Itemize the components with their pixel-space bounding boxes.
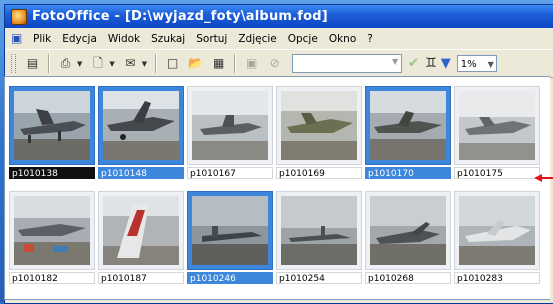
app-icon — [11, 8, 27, 25]
aircraft-photo — [103, 91, 179, 160]
thumbnail-frame — [98, 86, 184, 165]
thumbnail-frame — [9, 86, 95, 165]
send-dropdown-icon[interactable]: ▼ — [142, 60, 147, 68]
chevron-down-icon[interactable]: ▼ — [488, 56, 494, 73]
thumbnail-frame — [9, 191, 95, 270]
print-icon[interactable]: ⎙ — [56, 54, 75, 73]
annotation-arrow-icon — [534, 174, 553, 182]
thumbnail-frame — [187, 86, 273, 165]
thumbnail-frame — [187, 191, 273, 270]
document-menu-icon[interactable]: ▣ — [11, 32, 25, 45]
thumbnail-view[interactable]: p1010138 p1010148 p1010167 p1010169 p101… — [4, 76, 550, 300]
thumbnail[interactable]: p1010283 — [454, 191, 540, 284]
aircraft-photo — [281, 196, 357, 265]
preview-dropdown-icon[interactable]: ▼ — [109, 60, 114, 68]
toolbar-combo[interactable]: ▼ — [292, 54, 403, 73]
send-icon[interactable]: ✉ — [121, 54, 140, 73]
toolbar: ▤ ⎙ ▼ 🗋 ▼ ✉ ▼ □ 📂 ▦ ▣ ⊘ ▼ ✔ ♊ ▼ 1% ▼ — [5, 49, 553, 78]
save-icon[interactable]: ▦ — [209, 54, 228, 73]
thumbnail-caption: p1010175 — [454, 167, 540, 179]
thumbnail[interactable]: p1010167 — [187, 86, 273, 179]
window-title: FotoOffice - [D:\wyjazd_foty\album.fod] — [32, 9, 328, 24]
thumbnail[interactable]: p1010148 — [98, 86, 184, 179]
aircraft-photo — [14, 196, 90, 265]
chevron-down-icon[interactable]: ▼ — [392, 57, 398, 66]
thumbnail[interactable]: p1010169 — [276, 86, 362, 179]
menu-sort[interactable]: Sortuj — [196, 33, 227, 45]
thumbnail-caption: p1010170 — [365, 167, 451, 179]
thumbnail[interactable]: p1010246 — [187, 191, 273, 284]
thumbnail-caption: p1010283 — [454, 272, 540, 284]
zoom-select[interactable]: 1% ▼ — [456, 55, 497, 73]
disk-icon[interactable]: ▣ — [242, 54, 261, 73]
menu-help[interactable]: ? — [367, 33, 373, 45]
aircraft-photo — [14, 91, 90, 160]
toolbar-grip[interactable] — [11, 54, 16, 73]
new-icon[interactable]: □ — [163, 54, 182, 73]
aircraft-photo — [459, 91, 535, 160]
aircraft-photo — [103, 196, 179, 265]
thumbnail[interactable]: p1010268 — [365, 191, 451, 284]
thumbnail[interactable]: p1010254 — [276, 191, 362, 284]
thumbnail[interactable]: p1010175 — [454, 86, 540, 179]
thumbnail-frame — [276, 86, 362, 165]
aircraft-photo — [281, 91, 357, 160]
thumbnail[interactable]: p1010138 — [9, 86, 95, 179]
toolbar-separator — [48, 54, 50, 73]
thumbnail-frame — [454, 86, 540, 165]
aircraft-photo — [370, 196, 446, 265]
menu-bar: ▣ Plik Edycja Widok Szukaj Sortuj Zdjęci… — [5, 28, 553, 49]
menu-photo[interactable]: Zdjęcie — [238, 33, 276, 45]
menu-file[interactable]: Plik — [33, 33, 51, 45]
thumbnail[interactable]: p1010170 — [365, 86, 451, 179]
thumbnail-frame — [454, 191, 540, 270]
filter-icon[interactable]: ▼ — [441, 56, 451, 71]
menu-window[interactable]: Okno — [329, 33, 356, 45]
thumbnail-caption: p1010138 — [9, 167, 95, 179]
zoom-value: 1% — [460, 59, 477, 70]
thumbnail[interactable]: p1010182 — [9, 191, 95, 284]
toolbar-separator — [155, 54, 158, 73]
thumbnail-caption: p1010246 — [187, 272, 273, 284]
thumbnail-caption: p1010254 — [276, 272, 362, 284]
thumbnail-caption: p1010167 — [187, 167, 273, 179]
thumbnail-frame — [365, 191, 451, 270]
thumbnail-caption: p1010268 — [365, 272, 451, 284]
thumbnail-frame — [98, 191, 184, 270]
thumbnail-caption: p1010169 — [276, 167, 362, 179]
thumbnail-frame — [276, 191, 362, 270]
thumbnail-caption: p1010187 — [98, 272, 184, 284]
album-icon[interactable]: ▤ — [23, 54, 42, 73]
title-bar[interactable]: FotoOffice - [D:\wyjazd_foty\album.fod] — [5, 5, 553, 28]
find-icon[interactable]: ♊ — [425, 56, 437, 71]
aircraft-photo — [370, 91, 446, 160]
thumbnail-caption: p1010148 — [98, 167, 184, 179]
thumbnail-caption: p1010182 — [9, 272, 95, 284]
toolbar-separator — [234, 54, 237, 73]
aircraft-photo — [192, 196, 268, 265]
thumbnail-frame — [365, 86, 451, 165]
thumbnail[interactable]: p1010187 — [98, 191, 184, 284]
menu-edit[interactable]: Edycja — [62, 33, 97, 45]
aircraft-photo — [459, 196, 535, 265]
menu-options[interactable]: Opcje — [288, 33, 318, 45]
menu-view[interactable]: Widok — [108, 33, 140, 45]
print-dropdown-icon[interactable]: ▼ — [77, 60, 82, 68]
preview-icon[interactable]: 🗋 — [88, 54, 107, 73]
open-icon[interactable]: 📂 — [186, 54, 205, 73]
check-icon[interactable]: ✔ — [408, 56, 419, 71]
menu-search[interactable]: Szukaj — [151, 33, 185, 45]
stop-icon[interactable]: ⊘ — [265, 54, 284, 73]
aircraft-photo — [192, 91, 268, 160]
